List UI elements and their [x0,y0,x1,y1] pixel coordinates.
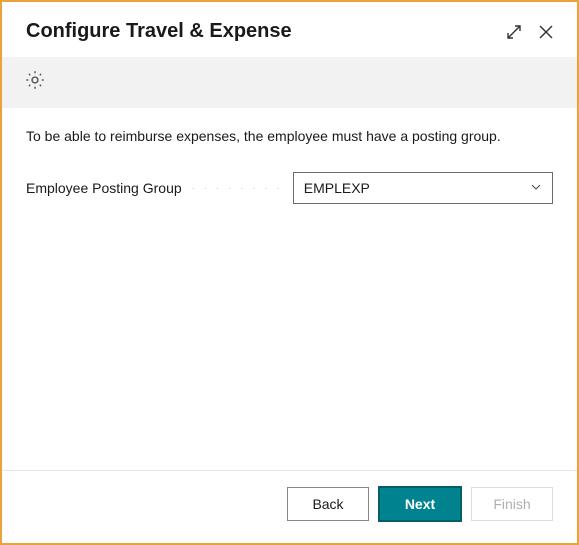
field-label: Employee Posting Group [26,180,182,196]
dialog-title: Configure Travel & Expense [26,20,505,43]
dialog-content: To be able to reimburse expenses, the em… [2,108,577,470]
close-icon[interactable] [537,23,555,41]
finish-button: Finish [471,487,553,521]
dialog-footer: Back Next Finish [2,470,577,543]
gear-icon [24,69,555,96]
back-button[interactable]: Back [287,487,369,521]
dots-separator: · · · · · · · · [188,183,287,194]
chevron-down-icon [530,180,542,196]
posting-group-field: Employee Posting Group · · · · · · · · E… [26,172,553,204]
next-button[interactable]: Next [379,487,461,521]
posting-group-select[interactable]: EMPLEXP [293,172,553,204]
posting-group-select-wrap: EMPLEXP [293,172,553,204]
description-text: To be able to reimburse expenses, the em… [26,128,553,144]
header-controls [505,23,555,41]
banner [2,57,577,108]
select-value: EMPLEXP [304,180,370,196]
configure-dialog: Configure Travel & Expense [0,0,579,545]
expand-icon[interactable] [505,23,523,41]
dialog-header: Configure Travel & Expense [2,2,577,57]
